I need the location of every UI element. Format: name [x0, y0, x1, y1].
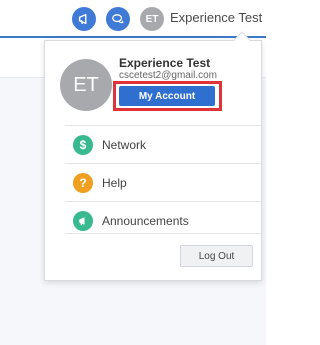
menu-item-label: Announcements [102, 213, 189, 228]
menu-item-label: Help [102, 175, 127, 190]
top-bar: ET Experience Test [0, 0, 266, 38]
dollar-icon: $ [73, 134, 93, 155]
question-icon: ? [73, 172, 93, 193]
user-dropdown-menu: ET Experience Test cscetest2@gmail.com M… [44, 31, 262, 281]
messages-button[interactable] [106, 7, 130, 31]
profile-email: cscetest2@gmail.com [119, 70, 217, 81]
notifications-button[interactable] [72, 7, 96, 31]
menu-item-label: Network [102, 137, 147, 152]
log-out-button[interactable]: Log Out [180, 245, 253, 267]
megaphone-icon [73, 210, 93, 231]
profile-avatar: ET [60, 59, 112, 111]
menu-item-network[interactable]: $ Network [65, 125, 261, 163]
divider [65, 233, 261, 234]
my-account-button[interactable]: My Account [119, 86, 215, 106]
profile-name: Experience Test [119, 56, 211, 70]
chat-icon [112, 14, 124, 24]
user-menu-name[interactable]: Experience Test [170, 10, 262, 25]
user-avatar[interactable]: ET [140, 7, 164, 31]
menu-item-help[interactable]: ? Help [65, 163, 261, 201]
megaphone-icon [78, 13, 87, 25]
